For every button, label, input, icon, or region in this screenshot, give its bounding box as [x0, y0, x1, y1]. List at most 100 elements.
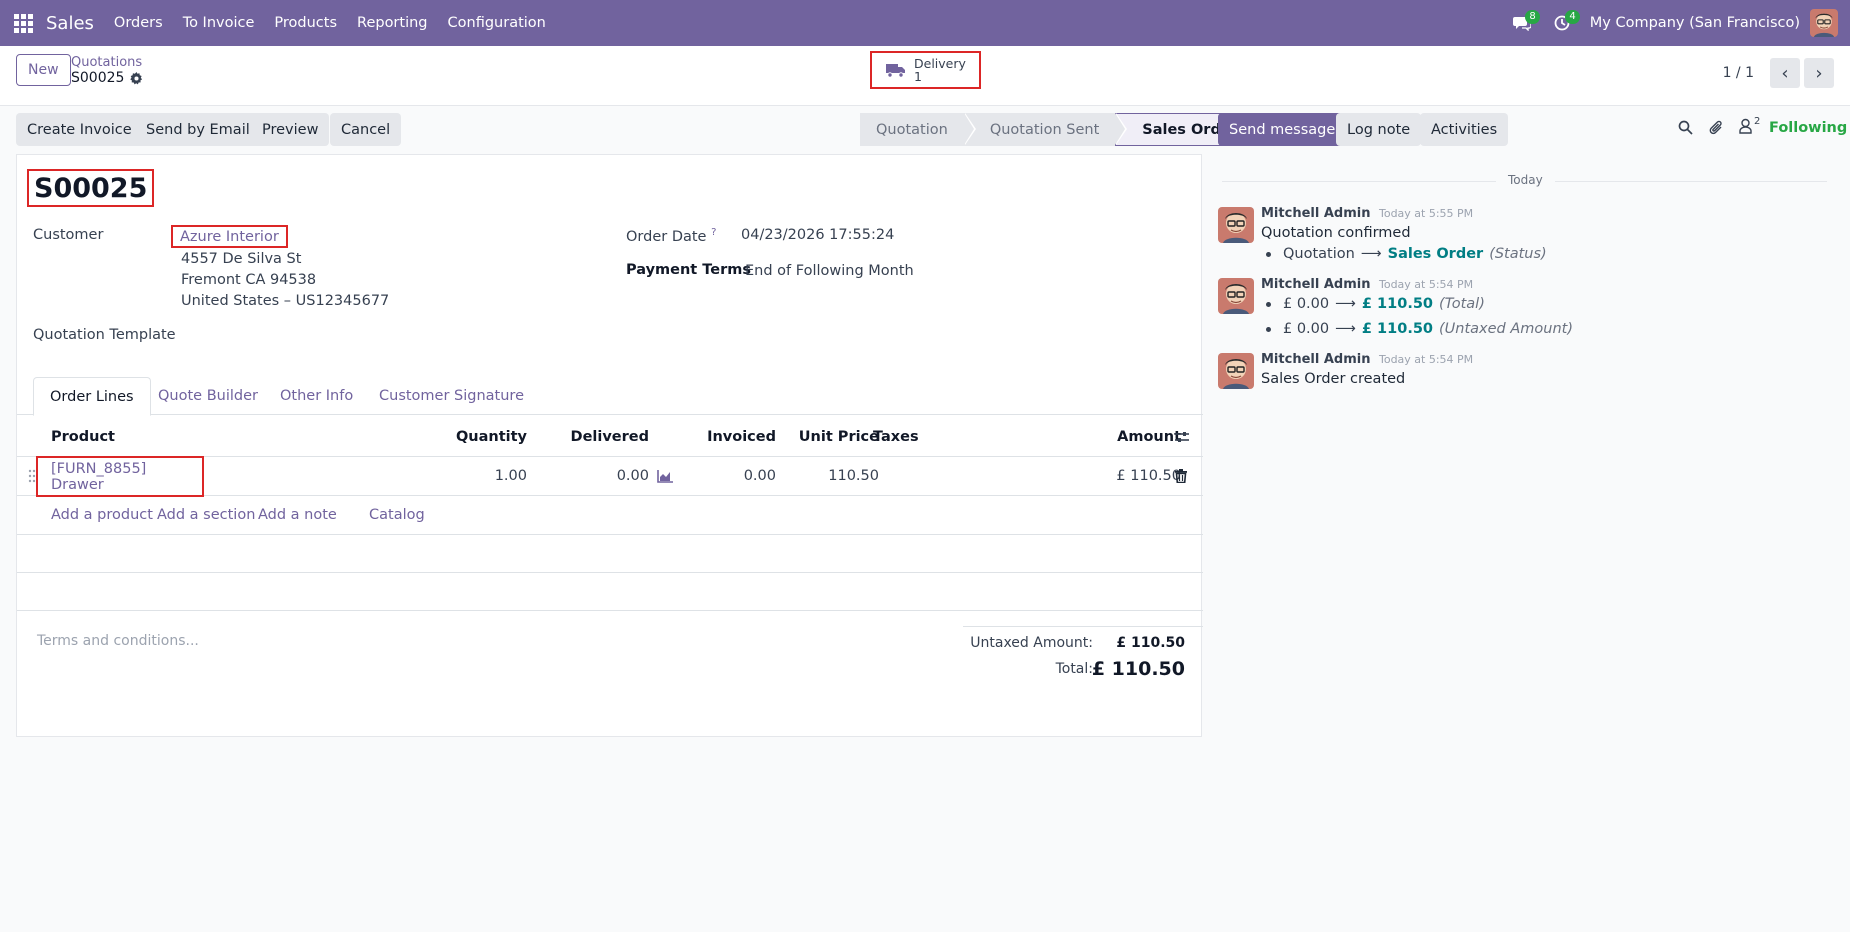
apps-menu-icon[interactable] — [0, 0, 46, 46]
total-label: Total: — [1055, 661, 1093, 677]
message-author-name: Mitchell Admin — [1261, 352, 1371, 367]
tracking-field: (Total) — [1439, 296, 1485, 312]
app-brand[interactable]: Sales — [46, 13, 94, 34]
tab-other-info[interactable]: Other Info — [264, 377, 369, 415]
row-amount: £ 110.50 — [1116, 468, 1181, 484]
menu-orders[interactable]: Orders — [104, 0, 173, 46]
paperclip-icon[interactable] — [1709, 119, 1724, 140]
order-date-label-text: Order Date — [626, 228, 707, 245]
messaging-button[interactable]: 8 — [1502, 0, 1542, 46]
tracking-new: £ 110.50 — [1361, 296, 1434, 312]
row-delivered[interactable]: 0.00 — [537, 457, 649, 495]
message-author: Mitchell Admin Today at 5:54 PM — [1261, 277, 1473, 292]
top-navbar: Sales Orders To Invoice Products Reporti… — [0, 0, 1850, 46]
row-unit-price[interactable]: 110.50 — [787, 457, 879, 495]
message-body: Quotation confirmed — [1261, 225, 1411, 241]
menu-reporting[interactable]: Reporting — [347, 0, 438, 46]
pager-value[interactable]: 1 / 1 — [1723, 65, 1754, 81]
tracking-field: (Status) — [1489, 246, 1547, 262]
preview-button[interactable]: Preview — [251, 113, 330, 146]
tracking-old: £ 0.00 — [1283, 296, 1330, 312]
send-message-button[interactable]: Send message — [1218, 113, 1347, 146]
order-date-label: Order Date ? — [626, 227, 716, 245]
col-product[interactable]: Product — [51, 417, 115, 456]
untaxed-amount-value: £ 110.50 — [1116, 635, 1185, 651]
stage-quotation[interactable]: Quotation — [860, 113, 976, 146]
untaxed-amount-label: Untaxed Amount: — [970, 635, 1093, 651]
add-product-link[interactable]: Add a product — [51, 496, 153, 534]
message-body: Sales Order created — [1261, 371, 1406, 387]
col-amount[interactable]: Amount — [1057, 417, 1181, 456]
create-invoice-button[interactable]: Create Invoice — [16, 113, 143, 146]
tab-customer-signature[interactable]: Customer Signature — [363, 377, 540, 415]
new-button[interactable]: New — [16, 54, 71, 86]
order-lines-header: Product Quantity Delivered Invoiced Unit… — [17, 417, 1203, 457]
date-separator: Today — [1496, 173, 1555, 187]
stage-quotation-sent[interactable]: Quotation Sent — [963, 113, 1128, 146]
arrow-right-icon: ⟶ — [1335, 296, 1356, 312]
activities-button-chatter[interactable]: Activities — [1420, 113, 1509, 146]
company-switcher[interactable]: My Company (San Francisco) — [1590, 15, 1800, 31]
delivery-count: 1 — [914, 69, 922, 84]
optional-columns-icon[interactable] — [1175, 417, 1189, 456]
tracking-new: Sales Order — [1387, 246, 1484, 262]
col-invoiced[interactable]: Invoiced — [667, 417, 776, 456]
add-section-link[interactable]: Add a section — [157, 496, 255, 534]
arrow-right-icon: ⟶ — [1360, 246, 1382, 262]
avatar[interactable] — [1218, 278, 1254, 314]
search-icon[interactable] — [1678, 120, 1693, 139]
payment-terms-field[interactable]: End of Following Month — [745, 263, 914, 279]
empty-row — [17, 573, 1203, 611]
drag-handle-icon[interactable] — [28, 469, 36, 487]
customer-field[interactable]: Azure Interior — [171, 225, 288, 248]
send-by-email-button[interactable]: Send by Email — [135, 113, 261, 146]
delivery-smart-button[interactable]: Delivery 1 — [870, 51, 981, 89]
menu-to-invoice[interactable]: To Invoice — [173, 0, 265, 46]
menu-configuration[interactable]: Configuration — [438, 0, 556, 46]
message-time: Today at 5:55 PM — [1378, 207, 1474, 220]
customer-label: Customer — [33, 227, 104, 243]
pager-next-button[interactable]: › — [1804, 58, 1834, 88]
tab-order-lines[interactable]: Order Lines — [33, 377, 151, 416]
empty-row — [17, 535, 1203, 573]
row-invoiced[interactable]: 0.00 — [667, 457, 776, 495]
avatar[interactable] — [1218, 353, 1254, 389]
message-author: Mitchell Admin Today at 5:54 PM — [1261, 352, 1473, 367]
customer-address-line2: Fremont CA 94538 — [181, 272, 317, 288]
trash-icon[interactable] — [1175, 457, 1187, 495]
table-row[interactable]: [FURN_8855] Drawer 1.00 0.00 0.00 110.50… — [17, 456, 1203, 497]
col-taxes[interactable]: Taxes — [873, 417, 919, 456]
order-date-field[interactable]: 04/23/2026 17:55:24 — [741, 227, 894, 243]
breadcrumb-quotations[interactable]: Quotations — [71, 55, 142, 70]
add-note-link[interactable]: Add a note — [258, 496, 337, 534]
tab-quote-builder[interactable]: Quote Builder — [142, 377, 274, 415]
menu-products[interactable]: Products — [264, 0, 347, 46]
col-delivered[interactable]: Delivered — [537, 417, 649, 456]
user-avatar[interactable] — [1810, 9, 1838, 37]
row-quantity[interactable]: 1.00 — [417, 457, 527, 495]
followers-button[interactable]: 2 — [1739, 116, 1760, 134]
col-quantity[interactable]: Quantity — [417, 417, 527, 456]
avatar[interactable] — [1218, 207, 1254, 243]
customer-address-line3: United States – US12345677 — [181, 293, 390, 309]
log-note-button[interactable]: Log note — [1336, 113, 1422, 146]
following-button[interactable]: Following — [1769, 120, 1847, 136]
tracking-value: £ 0.00 ⟶ £ 110.50 (Untaxed Amount) — [1266, 321, 1573, 337]
gear-icon[interactable] — [130, 71, 143, 85]
pager-previous-button[interactable]: ‹ — [1770, 58, 1800, 88]
tracking-old: Quotation — [1283, 246, 1355, 262]
breadcrumb-current-label: S00025 — [71, 70, 125, 86]
message-time: Today at 5:54 PM — [1378, 353, 1474, 366]
order-date-help-tooltip[interactable]: ? — [711, 227, 716, 238]
activities-button[interactable]: 4 — [1542, 0, 1582, 46]
chevron-left-icon: ‹ — [1781, 62, 1789, 84]
col-unit-price[interactable]: Unit Price — [787, 417, 879, 456]
row-product[interactable]: [FURN_8855] Drawer — [36, 456, 204, 497]
cancel-button[interactable]: Cancel — [330, 113, 402, 146]
message-author-name: Mitchell Admin — [1261, 277, 1371, 292]
total-value: £ 110.50 — [1091, 658, 1185, 680]
terms-and-conditions-field[interactable]: Terms and conditions... — [37, 633, 199, 649]
catalog-link[interactable]: Catalog — [369, 496, 425, 534]
status-bar: Quotation Quotation Sent Sales Order — [860, 113, 1255, 146]
tracking-value: Quotation ⟶ Sales Order (Status) — [1266, 246, 1547, 262]
